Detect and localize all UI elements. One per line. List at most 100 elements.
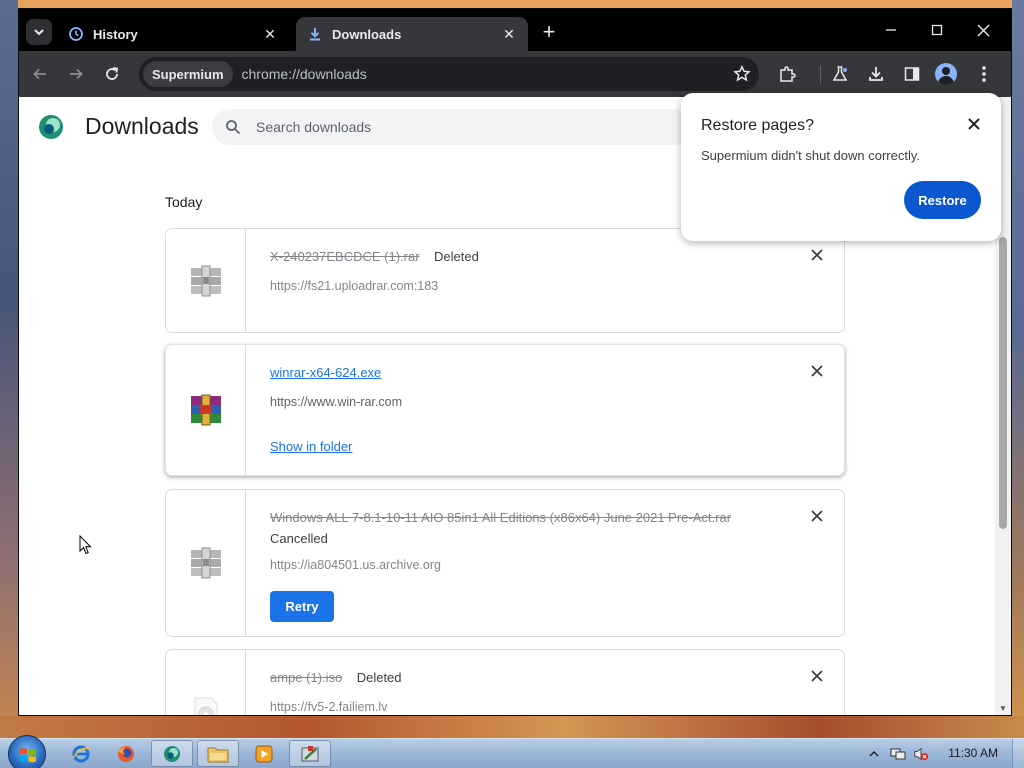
remove-download-close-icon[interactable] (808, 507, 826, 525)
taskbar-internet-explorer[interactable] (60, 740, 102, 767)
browser-toolbar: Supermium chrome://downloads (19, 51, 1011, 97)
tab-search-button[interactable] (26, 19, 52, 45)
taskbar-firefox[interactable] (105, 740, 147, 767)
side-panel-icon (904, 67, 920, 81)
scroll-down-arrow-icon[interactable]: ▼ (999, 705, 1007, 713)
firefox-icon (118, 745, 134, 762)
mouse-cursor-icon (79, 535, 92, 555)
desktop-background-right (1012, 0, 1024, 740)
taskbar-file-explorer[interactable] (197, 740, 239, 767)
supermium-logo-icon (164, 745, 180, 762)
download-status: Deleted (356, 670, 402, 685)
file-name: ampe (1).iso (270, 670, 343, 685)
scrollbar-thumb[interactable] (999, 237, 1007, 529)
tab-label: Downloads (332, 26, 402, 42)
download-icon (869, 67, 883, 81)
minimize-icon (886, 29, 896, 31)
flask-icon (832, 66, 848, 81)
download-status: Deleted (434, 249, 479, 264)
forward-button[interactable] (63, 61, 89, 87)
arrow-right-icon (70, 68, 83, 80)
windows-taskbar: 11:30 AM (0, 735, 1024, 768)
profile-avatar-icon[interactable] (935, 63, 957, 85)
tab-strip: History ✕ Downloads ✕ + (19, 9, 1011, 51)
file-icon-cell (166, 345, 246, 475)
remove-download-close-icon[interactable] (808, 667, 826, 685)
installer-icon (301, 745, 319, 761)
labs-button[interactable] (827, 61, 853, 87)
search-input[interactable] (256, 119, 556, 135)
reload-button[interactable] (99, 61, 125, 87)
url-text[interactable]: chrome://downloads (242, 66, 367, 82)
history-icon (67, 25, 85, 43)
winrar-icon (190, 394, 221, 426)
file-source-url[interactable]: https://fv5-2.failiem.lv (270, 700, 804, 714)
extensions-button[interactable] (774, 61, 800, 87)
maximize-button[interactable] (917, 15, 957, 45)
search-icon (224, 118, 242, 136)
search-downloads[interactable] (212, 109, 692, 145)
download-item: X-240237EBCDCE (1).rar Deleted https://f… (165, 228, 845, 333)
maximize-icon (931, 24, 943, 36)
toolbar-divider (820, 66, 821, 84)
minimize-button[interactable] (871, 15, 911, 45)
tab-downloads[interactable]: Downloads ✕ (296, 17, 528, 51)
show-in-folder-link[interactable]: Show in folder (270, 439, 352, 454)
folder-icon (207, 747, 229, 762)
file-name-link[interactable]: winrar-x64-624.exe (270, 365, 381, 380)
side-panel-button[interactable] (899, 61, 925, 87)
close-icon (977, 24, 989, 36)
taskbar-winrar-setup[interactable] (289, 740, 331, 767)
tab-history[interactable]: History ✕ (57, 17, 289, 51)
close-window-button[interactable] (963, 15, 1003, 45)
browser-window: History ✕ Downloads ✕ + Supermium chrome… (18, 8, 1012, 716)
file-name: X-240237EBCDCE (1).rar (270, 249, 420, 264)
internet-explorer-icon (72, 745, 90, 762)
taskbar-media-player[interactable] (243, 740, 285, 767)
file-icon-cell (166, 650, 246, 715)
chevron-down-icon (34, 29, 44, 36)
remove-download-close-icon[interactable] (808, 362, 826, 380)
windows-logo-icon (20, 748, 36, 763)
file-source-url[interactable]: https://www.win-rar.com (270, 395, 804, 409)
rar-archive-icon (190, 547, 221, 579)
rar-archive-icon (190, 265, 221, 296)
supermium-logo-icon (39, 115, 63, 139)
volume-muted-icon[interactable] (913, 746, 929, 762)
site-chip[interactable]: Supermium (143, 61, 233, 87)
close-icon[interactable]: ✕ (500, 25, 518, 43)
close-icon[interactable]: ✕ (261, 25, 279, 43)
retry-button[interactable]: Retry (270, 591, 334, 622)
desktop-background-bottom (0, 716, 1024, 738)
taskbar-supermium[interactable] (151, 740, 193, 767)
close-icon[interactable] (965, 115, 983, 133)
page-title: Downloads (85, 113, 199, 139)
download-item: Windows ALL 7-8.1-10-11 AIO 85in1 All Ed… (165, 489, 845, 637)
tab-label: History (93, 26, 138, 42)
new-tab-button[interactable]: + (536, 19, 562, 45)
download-item: winrar-x64-624.exe https://www.win-rar.c… (165, 344, 845, 476)
address-bar[interactable]: Supermium chrome://downloads (139, 57, 759, 91)
back-button[interactable] (27, 61, 53, 87)
network-icon[interactable] (890, 746, 906, 762)
remove-download-close-icon[interactable] (808, 246, 826, 264)
downloads-button[interactable] (863, 61, 889, 87)
arrow-left-icon (33, 68, 46, 80)
show-hidden-icons-arrow-icon[interactable] (866, 746, 882, 762)
reload-icon (106, 67, 119, 80)
show-desktop-button[interactable] (1012, 739, 1024, 768)
start-button[interactable] (8, 735, 46, 768)
download-icon (306, 25, 324, 43)
bookmark-star-icon[interactable] (731, 63, 753, 85)
download-item: ampe (1).iso Deleted https://fv5-2.faili… (165, 649, 845, 715)
menu-button[interactable] (971, 61, 997, 87)
file-name: Windows ALL 7-8.1-10-11 AIO 85in1 All Ed… (270, 510, 732, 525)
media-player-icon (255, 745, 273, 762)
restore-button[interactable]: Restore (904, 181, 981, 219)
system-clock[interactable]: 11:30 AM (948, 746, 998, 760)
iso-disc-icon (194, 697, 217, 715)
file-source-url[interactable]: https://fs21.uploadrar.com:183 (270, 279, 804, 293)
more-vertical-icon (982, 66, 986, 82)
file-icon-cell (166, 490, 246, 636)
file-source-url[interactable]: https://ia804501.us.archive.org (270, 558, 804, 572)
